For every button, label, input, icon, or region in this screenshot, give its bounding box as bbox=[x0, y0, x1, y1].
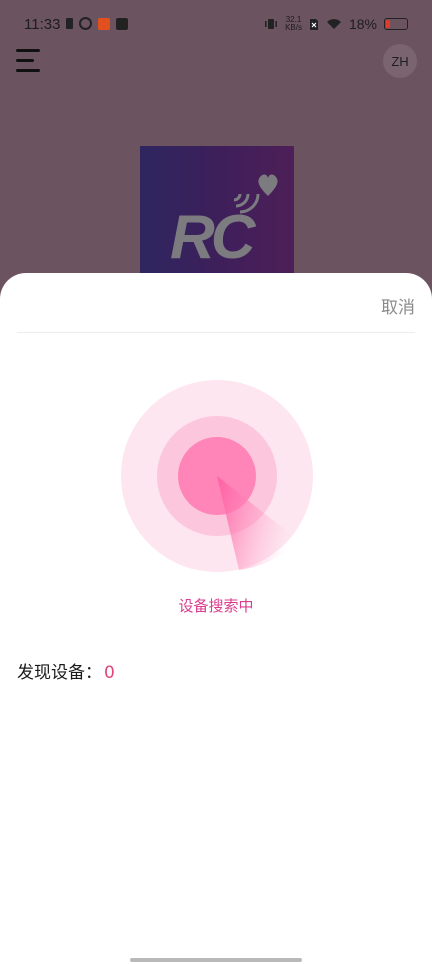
menu-icon-line-bottom bbox=[16, 69, 40, 72]
found-devices-row: 发现设备： 0 bbox=[17, 658, 115, 683]
sheet-divider bbox=[17, 332, 415, 333]
battery-icon bbox=[384, 18, 408, 30]
battery-level bbox=[386, 20, 390, 28]
status-time: 11:33 bbox=[24, 16, 61, 33]
app-logo: RC bbox=[140, 146, 294, 276]
battery-percent: 18% bbox=[348, 16, 377, 32]
app-notification-icon bbox=[98, 17, 110, 30]
cancel-button[interactable]: 取消 bbox=[381, 293, 415, 318]
status-bar: 11:33 32.1 KB/s 18% bbox=[0, 0, 432, 50]
language-avatar-button[interactable]: ZH bbox=[383, 44, 417, 78]
menu-button[interactable] bbox=[16, 46, 42, 74]
network-speed-unit: KB/s bbox=[285, 23, 302, 32]
home-indicator[interactable] bbox=[130, 958, 302, 962]
wifi-icon bbox=[326, 19, 341, 29]
sim-icon bbox=[66, 18, 73, 29]
network-speed: 32.1 KB/s bbox=[285, 16, 302, 32]
search-status-text: 设备搜索中 bbox=[178, 597, 254, 615]
wireless-heart-icon bbox=[233, 174, 278, 214]
device-search-sheet: 取消 设备搜索中 发现设备： 0 bbox=[0, 273, 432, 964]
app-screen: 11:33 32.1 KB/s 18% ZH RC 取消 设备搜索中 发现设备：… bbox=[0, 0, 432, 964]
vibrate-icon bbox=[265, 19, 278, 29]
found-devices-count: 0 bbox=[104, 663, 115, 683]
mail-icon bbox=[116, 17, 128, 30]
notification-icons bbox=[66, 17, 128, 30]
found-devices-label: 发现设备： bbox=[17, 663, 102, 683]
sync-icon bbox=[79, 17, 92, 30]
radar-scan-animation bbox=[121, 380, 313, 572]
menu-icon-line-middle bbox=[16, 59, 34, 62]
system-icons: 32.1 KB/s 18% bbox=[264, 16, 408, 32]
no-sim-icon bbox=[309, 18, 318, 30]
menu-icon-line-top bbox=[16, 49, 40, 52]
